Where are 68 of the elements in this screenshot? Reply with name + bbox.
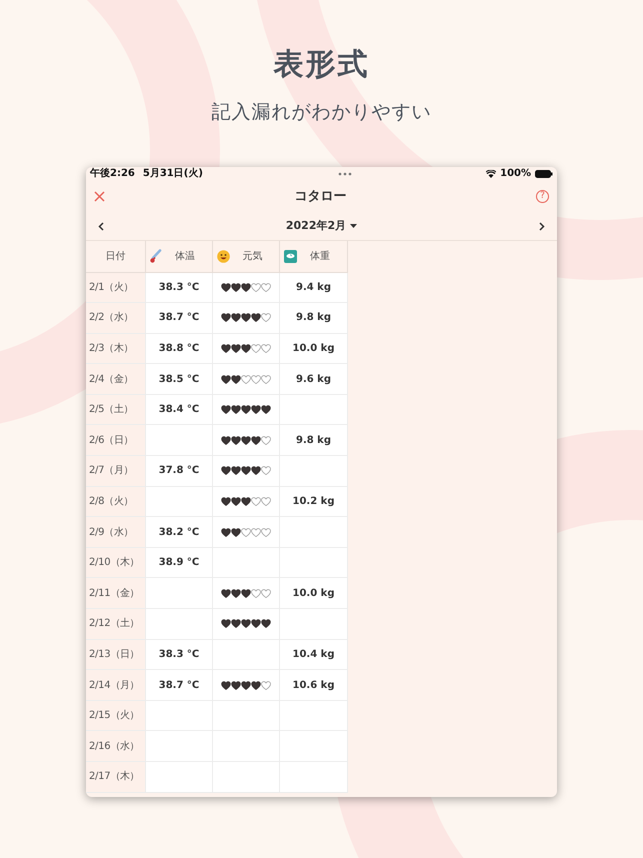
energy-cell[interactable] [213, 272, 280, 304]
date-cell[interactable]: 2/14（月） [86, 670, 146, 701]
battery-percent: 100% [500, 166, 532, 180]
scale-icon [284, 250, 297, 262]
date-cell[interactable]: 2/15（火） [86, 700, 146, 732]
multitasking-dots-icon [338, 172, 352, 176]
energy-cell[interactable] [213, 334, 280, 364]
status-time: 午後2:26 [90, 166, 135, 180]
date-cell[interactable]: 2/4（金） [86, 364, 146, 395]
weight-cell[interactable]: 10.0 kg [280, 578, 348, 610]
temperature-cell[interactable]: 37.8 °C [146, 456, 213, 487]
energy-cell[interactable] [213, 425, 280, 456]
wifi-icon [486, 170, 496, 178]
column-header: 元気 [242, 250, 264, 264]
weight-cell[interactable]: 10.0 kg [280, 334, 348, 364]
date-cell[interactable]: 2/2（水） [86, 303, 146, 334]
weight-cell[interactable]: 10.2 kg [280, 486, 348, 518]
weight-cell[interactable]: 9.8 kg [280, 303, 348, 334]
energy-cell[interactable] [213, 486, 280, 518]
temperature-cell[interactable]: 38.7 °C [146, 303, 213, 334]
weight-cell[interactable]: 9.4 kg [280, 272, 348, 304]
weight-cell[interactable]: 9.6 kg [280, 364, 348, 395]
pet-name-title: コタロー [294, 188, 346, 206]
column-header: 体重 [309, 250, 331, 264]
date-cell[interactable]: 2/9（水） [86, 517, 146, 548]
date-cell[interactable]: 2/11（金） [86, 578, 146, 610]
energy-cell[interactable] [213, 609, 280, 640]
energy-cell[interactable] [213, 303, 280, 334]
weight-cell[interactable]: 9.8 kg [280, 425, 348, 456]
close-icon[interactable] [94, 191, 105, 202]
next-icon[interactable] [539, 222, 545, 230]
month-selector[interactable]: 2022年2月 [286, 218, 358, 234]
status-date: 5月31日(火) [142, 166, 203, 180]
date-cell[interactable]: 2/12（土） [86, 609, 146, 640]
thermometer-icon [150, 249, 162, 263]
date-cell[interactable]: 2/1（火） [86, 272, 146, 304]
date-cell[interactable]: 2/10（木） [86, 548, 146, 578]
column-header: 体温 [174, 250, 196, 264]
dropdown-caret-icon [350, 224, 358, 228]
temperature-cell[interactable]: 38.2 °C [146, 517, 213, 548]
energy-cell[interactable] [213, 670, 280, 701]
temperature-cell[interactable]: 38.5 °C [146, 364, 213, 395]
energy-cell[interactable] [213, 364, 280, 395]
date-cell[interactable]: 2/5（土） [86, 394, 146, 426]
weight-cell[interactable]: 10.4 kg [280, 640, 348, 670]
energy-cell[interactable] [213, 456, 280, 487]
date-cell[interactable]: 2/7（月） [86, 456, 146, 487]
temperature-cell[interactable]: 38.3 °C [146, 640, 213, 670]
date-cell[interactable]: 2/16（水） [86, 731, 146, 762]
date-cell[interactable]: 2/17（木） [86, 762, 146, 793]
smiley-face-icon [217, 250, 230, 262]
date-cell[interactable]: 2/3（木） [86, 334, 146, 364]
temperature-cell[interactable]: 38.9 °C [146, 548, 213, 578]
date-cell[interactable]: 2/13（日） [86, 640, 146, 670]
weight-cell[interactable]: 10.6 kg [280, 670, 348, 701]
energy-cell[interactable] [213, 394, 280, 426]
battery-icon [535, 170, 554, 178]
previous-icon[interactable] [98, 222, 104, 230]
temperature-cell[interactable]: 38.8 °C [146, 334, 213, 364]
subheadline: 記入漏れがわかりやすい [210, 100, 432, 125]
date-cell[interactable]: 2/6（日） [86, 425, 146, 456]
energy-cell[interactable] [213, 578, 280, 610]
temperature-cell[interactable]: 38.7 °C [146, 670, 213, 701]
temperature-cell[interactable]: 38.4 °C [146, 394, 213, 426]
headline: 表形式 [272, 46, 370, 84]
energy-cell[interactable] [213, 517, 280, 548]
date-cell[interactable]: 2/8（火） [86, 486, 146, 518]
temperature-cell[interactable]: 38.3 °C [146, 272, 213, 304]
